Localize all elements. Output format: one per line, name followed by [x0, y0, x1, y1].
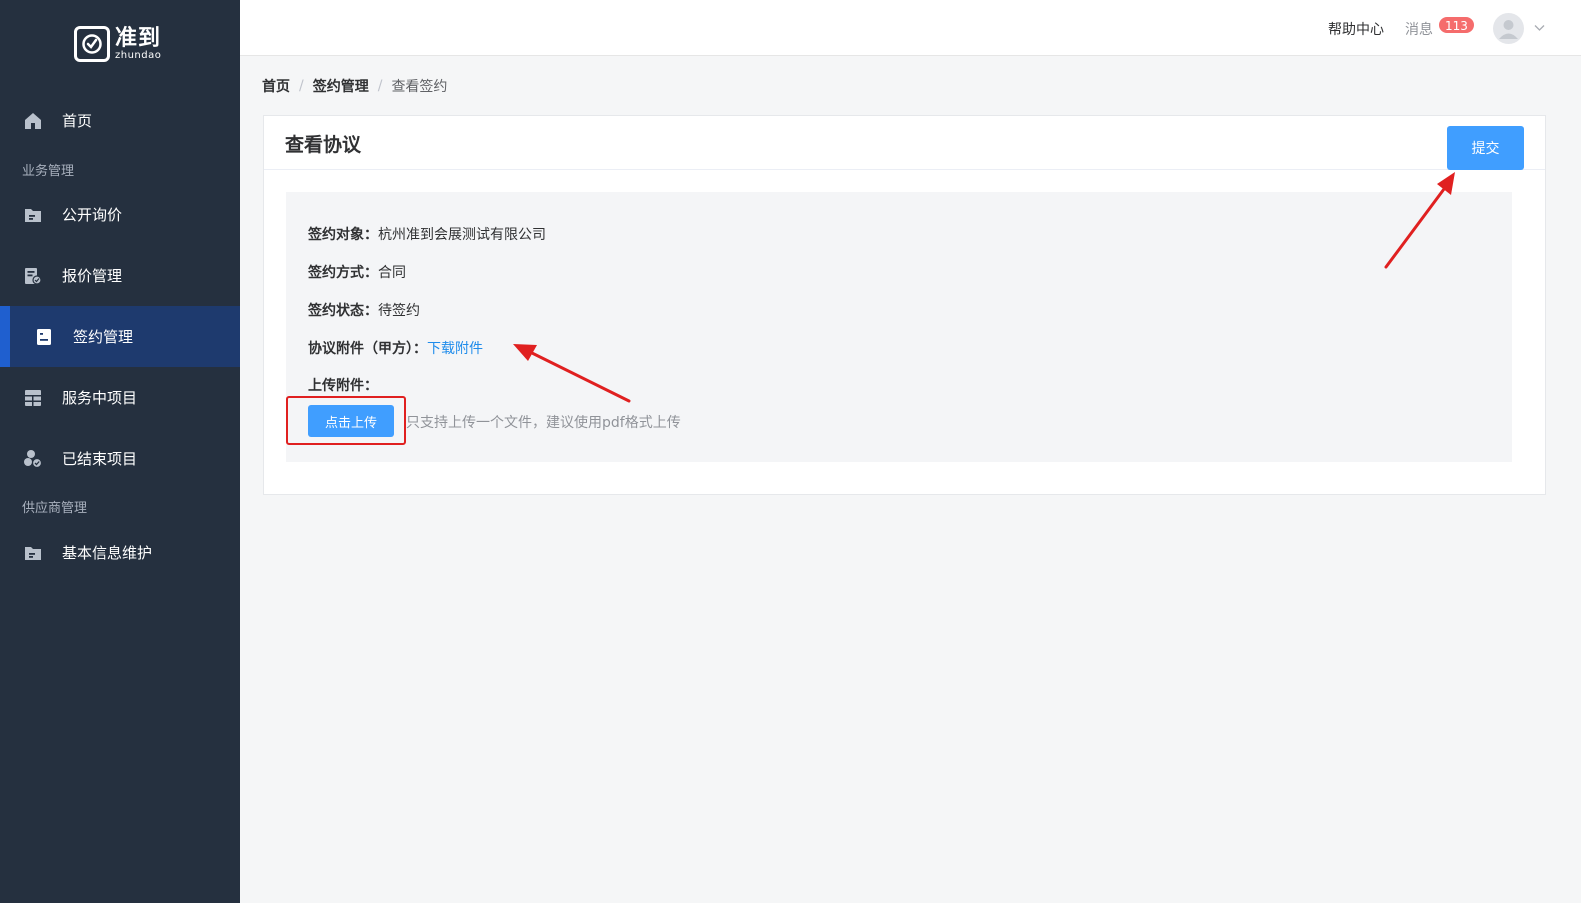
- sidebar-item-public-inquiry[interactable]: 公开询价: [0, 184, 240, 245]
- avatar[interactable]: [1493, 13, 1524, 44]
- breadcrumb-contract-management[interactable]: 签约管理: [313, 76, 369, 96]
- home-icon: [23, 111, 43, 131]
- sidebar-item-label: 公开询价: [62, 206, 123, 224]
- sidebar: 准到 zhundao 首页 业务管理 公开询价 报价管理 签约管理 服务中项目: [0, 0, 240, 903]
- field-label: 签约方式：: [308, 265, 378, 281]
- breadcrumb-separator: /: [377, 78, 383, 94]
- logo-subtext: zhundao: [115, 49, 162, 61]
- highlight-box: [286, 396, 406, 445]
- sidebar-item-finished[interactable]: 已结束项目: [0, 428, 240, 489]
- clock-logo-icon: [74, 26, 110, 62]
- sidebar-item-basic-info[interactable]: 基本信息维护: [0, 522, 240, 583]
- folder-icon: [23, 543, 43, 563]
- logo[interactable]: 准到 zhundao: [74, 26, 161, 62]
- field-label: 签约状态：: [308, 303, 378, 319]
- field-sign-status: 签约状态：待签约: [308, 300, 420, 320]
- top-header: 帮助中心 消息 113: [240, 0, 1581, 56]
- field-sign-target: 签约对象：杭州准到会展测试有限公司: [308, 224, 546, 244]
- sidebar-item-label: 基本信息维护: [62, 544, 153, 562]
- sidebar-item-quote[interactable]: 报价管理: [0, 245, 240, 306]
- agreement-details: 签约对象：杭州准到会展测试有限公司 签约方式：合同 签约状态：待签约 协议附件（…: [286, 192, 1512, 462]
- help-center-link[interactable]: 帮助中心: [1328, 19, 1384, 39]
- sidebar-item-home[interactable]: 首页: [0, 90, 240, 151]
- field-value: 待签约: [378, 303, 420, 319]
- field-label: 协议附件（甲方）：: [308, 341, 427, 357]
- folder-icon: [23, 205, 43, 225]
- sidebar-item-label: 服务中项目: [62, 389, 138, 407]
- breadcrumb: 首页 / 签约管理 / 查看签约: [262, 76, 447, 96]
- chevron-down-icon[interactable]: [1534, 20, 1545, 36]
- breadcrumb-home[interactable]: 首页: [262, 76, 290, 96]
- field-value: 杭州准到会展测试有限公司: [378, 227, 546, 243]
- download-attachment-link[interactable]: 下载附件: [427, 341, 483, 357]
- field-attachment: 协议附件（甲方）：下载附件: [308, 338, 483, 358]
- sidebar-item-label: 已结束项目: [62, 450, 138, 468]
- upload-tip: 只支持上传一个文件，建议使用pdf格式上传: [406, 415, 681, 431]
- sidebar-item-label: 签约管理: [73, 328, 134, 346]
- finished-icon: [23, 449, 43, 469]
- agreement-card: 查看协议 提交 签约对象：杭州准到会展测试有限公司 签约方式：合同 签约状态：待…: [263, 115, 1546, 495]
- field-sign-method: 签约方式：合同: [308, 262, 406, 282]
- page-title: 查看协议: [285, 134, 362, 156]
- sidebar-item-in-service[interactable]: 服务中项目: [0, 367, 240, 428]
- field-label: 签约对象：: [308, 227, 378, 243]
- breadcrumb-separator: /: [299, 78, 304, 94]
- sidebar-item-contract[interactable]: 签约管理: [0, 306, 240, 367]
- section-business: 业务管理: [22, 164, 75, 179]
- sidebar-item-label: 首页: [62, 112, 93, 130]
- field-upload: 上传附件：: [308, 375, 378, 395]
- card-header: 查看协议 提交: [264, 116, 1545, 170]
- submit-button[interactable]: 提交: [1447, 126, 1524, 170]
- message-count-badge: 113: [1438, 16, 1475, 34]
- field-label: 上传附件：: [308, 378, 378, 394]
- breadcrumb-current: 查看签约: [391, 79, 448, 95]
- field-value: 合同: [378, 265, 406, 281]
- quote-icon: [23, 266, 43, 286]
- messages-link[interactable]: 消息: [1405, 19, 1433, 39]
- grid-icon: [23, 388, 43, 408]
- section-supplier: 供应商管理: [22, 501, 88, 516]
- logo-text: 准到: [115, 25, 162, 51]
- contract-icon: [34, 327, 54, 347]
- sidebar-item-label: 报价管理: [62, 267, 123, 285]
